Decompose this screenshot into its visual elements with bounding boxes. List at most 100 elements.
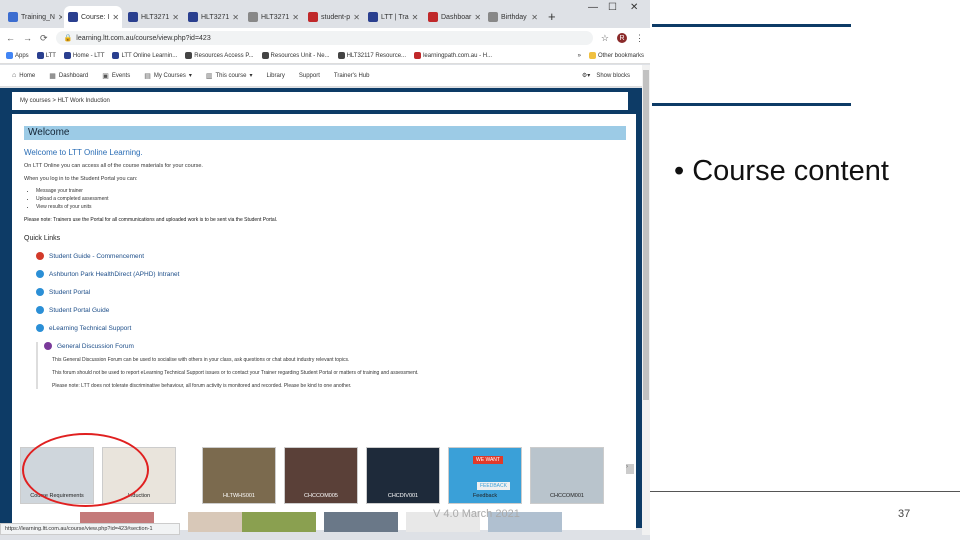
tab-close-icon[interactable]: ✕: [292, 13, 299, 22]
profile-avatar[interactable]: R: [617, 33, 627, 43]
tile-image[interactable]: [324, 512, 398, 532]
gear-icon[interactable]: ⚙▾: [582, 72, 590, 79]
nav-item[interactable]: Trainer's Hub: [334, 72, 370, 80]
tab-close-icon[interactable]: ✕: [474, 13, 481, 22]
intro-text: On LTT Online you can access all of the …: [24, 163, 203, 169]
address-bar-row: ← → ⟳ 🔒 learning.ltt.com.au/course/view.…: [0, 28, 650, 48]
bookmark-favicon-icon: [6, 52, 13, 59]
quick-link[interactable]: Student Portal Guide: [36, 306, 624, 314]
browser-tab[interactable]: Dashboar ✕: [424, 6, 482, 28]
browser-tab[interactable]: LTT | Tra ✕: [364, 6, 422, 28]
tab-close-icon[interactable]: ✕: [531, 13, 538, 22]
browser-tab[interactable]: Birthday ✕: [484, 6, 542, 28]
menu-dots-icon[interactable]: ⋮: [635, 33, 644, 44]
feature-list-item: View results of your units: [36, 203, 624, 211]
maximize-icon[interactable]: ☐: [608, 2, 617, 13]
tab-strip: Training_N ✕ Course: I ✕ HLT3271 ✕ HLT3271 ✕ HLT…: [0, 0, 650, 28]
nav-item[interactable]: Support: [299, 72, 320, 80]
show-blocks-button[interactable]: Show blocks: [596, 73, 630, 79]
bookmark-item[interactable]: Home - LTT: [63, 52, 104, 59]
quick-link[interactable]: Ashburton Park HealthDirect (APHD) Intra…: [36, 270, 624, 278]
tab-favicon-icon: [488, 12, 498, 22]
url-field[interactable]: 🔒 learning.ltt.com.au/course/view.php?id…: [55, 31, 593, 45]
browser-tab[interactable]: HLT3271 ✕: [244, 6, 302, 28]
nav-item[interactable]: ⌂ Home: [12, 72, 35, 80]
nav-icon: ▣: [102, 72, 109, 80]
tab-close-icon[interactable]: ✕: [353, 13, 360, 22]
browser-tab[interactable]: HLT3271 ✕: [184, 6, 242, 28]
nav-item[interactable]: ▣ Events: [102, 72, 130, 80]
course-tile[interactable]: CHCDIV001: [366, 447, 440, 504]
reload-icon[interactable]: ⟳: [40, 33, 48, 44]
tab-close-icon[interactable]: ✕: [172, 13, 179, 22]
tab-favicon-icon: [308, 12, 318, 22]
forum-text: This General Discussion Forum can be use…: [52, 357, 350, 363]
bookmark-item[interactable]: LTT Online Learnin...: [112, 52, 177, 59]
nav-item[interactable]: ▦ Dashboard: [49, 72, 88, 80]
minimize-icon[interactable]: —: [588, 2, 598, 13]
course-tile-label: CHCCOM001: [550, 493, 584, 499]
browser-tab[interactable]: HLT3271 ✕: [124, 6, 182, 28]
feedback-tag: WE WANT: [473, 456, 503, 464]
quick-links-list: Student Guide - Commencement Ashburton Pa…: [24, 252, 624, 332]
tab-label: Course: I: [81, 13, 110, 21]
bookmark-favicon-icon: [414, 52, 422, 59]
quick-link[interactable]: Student Guide - Commencement: [36, 252, 624, 260]
quick-link-icon: [36, 288, 44, 296]
nav-item[interactable]: ▤ My Courses ▾: [144, 72, 192, 80]
tab-close-icon[interactable]: ✕: [232, 13, 239, 22]
tab-favicon-icon: [248, 12, 258, 22]
tab-favicon-icon: [368, 12, 378, 22]
new-tab-icon[interactable]: +: [548, 9, 556, 24]
tab-favicon-icon: [68, 12, 78, 22]
tab-close-icon[interactable]: ✕: [112, 13, 119, 22]
bookmark-item[interactable]: HLT32117 Resource...: [337, 52, 406, 59]
quick-link-icon: [36, 270, 44, 278]
browser-tab[interactable]: Training_N ✕: [4, 6, 62, 28]
bookmark-favicon-icon: [185, 52, 193, 59]
bookmark-item[interactable]: LTT: [36, 52, 56, 59]
browser-screenshot: Training_N ✕ Course: I ✕ HLT3271 ✕ HLT3271 ✕ HLT…: [0, 0, 650, 540]
course-tile[interactable]: CHCCOM001: [530, 447, 604, 504]
feature-list-item: Upload a completed assessment: [36, 195, 624, 203]
url-text: learning.ltt.com.au/course/view.php?id=4…: [76, 34, 211, 42]
forum-link[interactable]: General Discussion Forum: [44, 342, 624, 350]
tiles-scroll-right-icon[interactable]: ›: [626, 464, 634, 474]
browser-tab[interactable]: Course: I ✕: [64, 6, 122, 28]
tab-favicon-icon: [128, 12, 138, 22]
back-icon[interactable]: ←: [6, 33, 15, 43]
nav-icon: ⌂: [12, 72, 17, 79]
bookmark-item[interactable]: learningpath.com.au - H...: [414, 52, 492, 59]
browser-tab[interactable]: student-p ✕: [304, 6, 362, 28]
bookmark-item[interactable]: Apps: [6, 52, 29, 59]
quick-link[interactable]: eLearning Technical Support: [36, 324, 624, 332]
quick-link[interactable]: Student Portal: [36, 288, 624, 296]
quick-links-title: Quick Links: [24, 235, 61, 242]
bookmark-item[interactable]: Resources Unit - Ne...: [261, 52, 330, 59]
login-text: When you log in to the Student Portal yo…: [24, 176, 138, 182]
forum-text: Please note: LTT does not tolerate discr…: [52, 383, 352, 389]
nav-item[interactable]: Library: [267, 72, 285, 80]
other-bookmarks[interactable]: Other bookmarks: [588, 52, 644, 59]
star-icon[interactable]: ☆: [601, 33, 609, 44]
scrollbar-thumb[interactable]: [643, 70, 649, 400]
welcome-title: Welcome to LTT Online Learning.: [24, 148, 143, 157]
quick-link-icon: [36, 306, 44, 314]
bookmark-item[interactable]: Resources Access P...: [185, 52, 254, 59]
close-window-icon[interactable]: ✕: [630, 2, 638, 13]
nav-item[interactable]: ▥ This course ▾: [206, 72, 253, 80]
forum-text: This forum should not be used to report …: [52, 370, 419, 376]
tab-close-icon[interactable]: ✕: [58, 13, 62, 22]
tile-image[interactable]: [242, 512, 316, 532]
tab-label: HLT3271: [141, 13, 170, 21]
bookmarks-overflow-icon[interactable]: »: [578, 53, 581, 59]
breadcrumb[interactable]: My courses > HLT Work Induction: [12, 92, 628, 110]
course-tile[interactable]: WE WANT FEEDBACK Feedback: [448, 447, 522, 504]
tab-close-icon[interactable]: ✕: [412, 13, 419, 22]
forward-icon[interactable]: →: [23, 33, 32, 43]
course-tile[interactable]: HLTWHS001: [202, 447, 276, 504]
course-tile[interactable]: CHCCOM005: [284, 447, 358, 504]
slide-page-number: 37: [898, 508, 911, 520]
slide-date: V 4.0 March 2021: [433, 508, 520, 520]
bookmark-favicon-icon: [261, 52, 269, 59]
